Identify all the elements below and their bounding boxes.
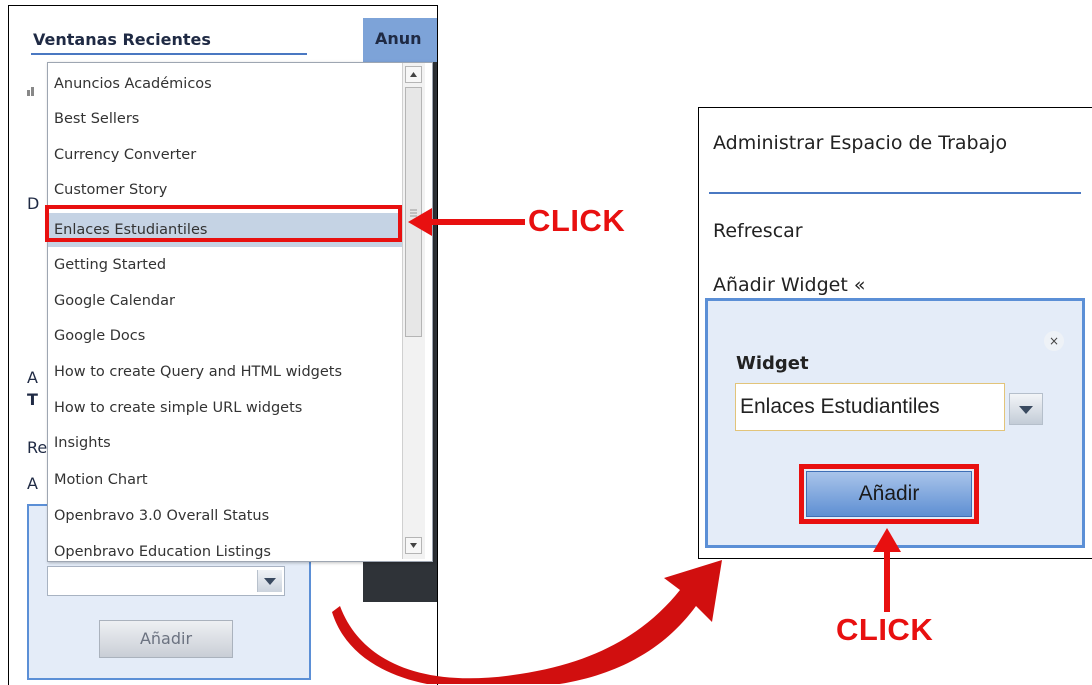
arrow-up-icon xyxy=(873,528,901,612)
curved-arrow-icon xyxy=(332,560,722,684)
click-annotation-1: CLICK xyxy=(528,203,626,238)
annotation-arrows xyxy=(332,208,901,684)
arrow-left-icon xyxy=(408,208,525,236)
click-annotation-2: CLICK xyxy=(836,612,934,647)
